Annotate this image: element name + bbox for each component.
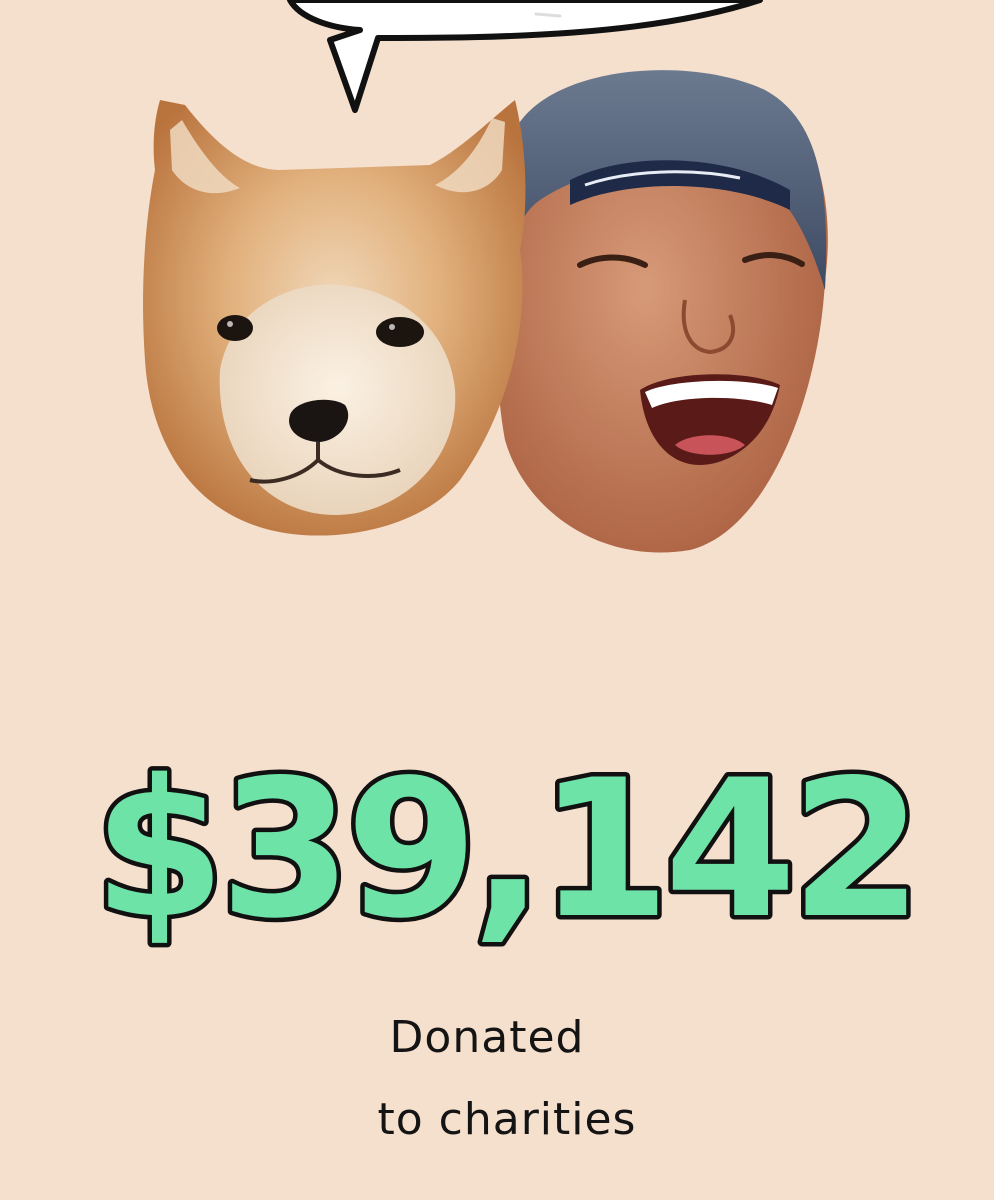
donation-amount: $39,142 xyxy=(89,740,927,965)
caption-to-charities: to charities xyxy=(377,1094,637,1145)
caption-donated: Donated xyxy=(389,1012,585,1063)
faces-illustration xyxy=(143,70,828,553)
donation-amount-text: $39,142 xyxy=(93,740,916,960)
person-face-image xyxy=(495,70,828,553)
shiba-inu-face-image xyxy=(143,100,526,536)
